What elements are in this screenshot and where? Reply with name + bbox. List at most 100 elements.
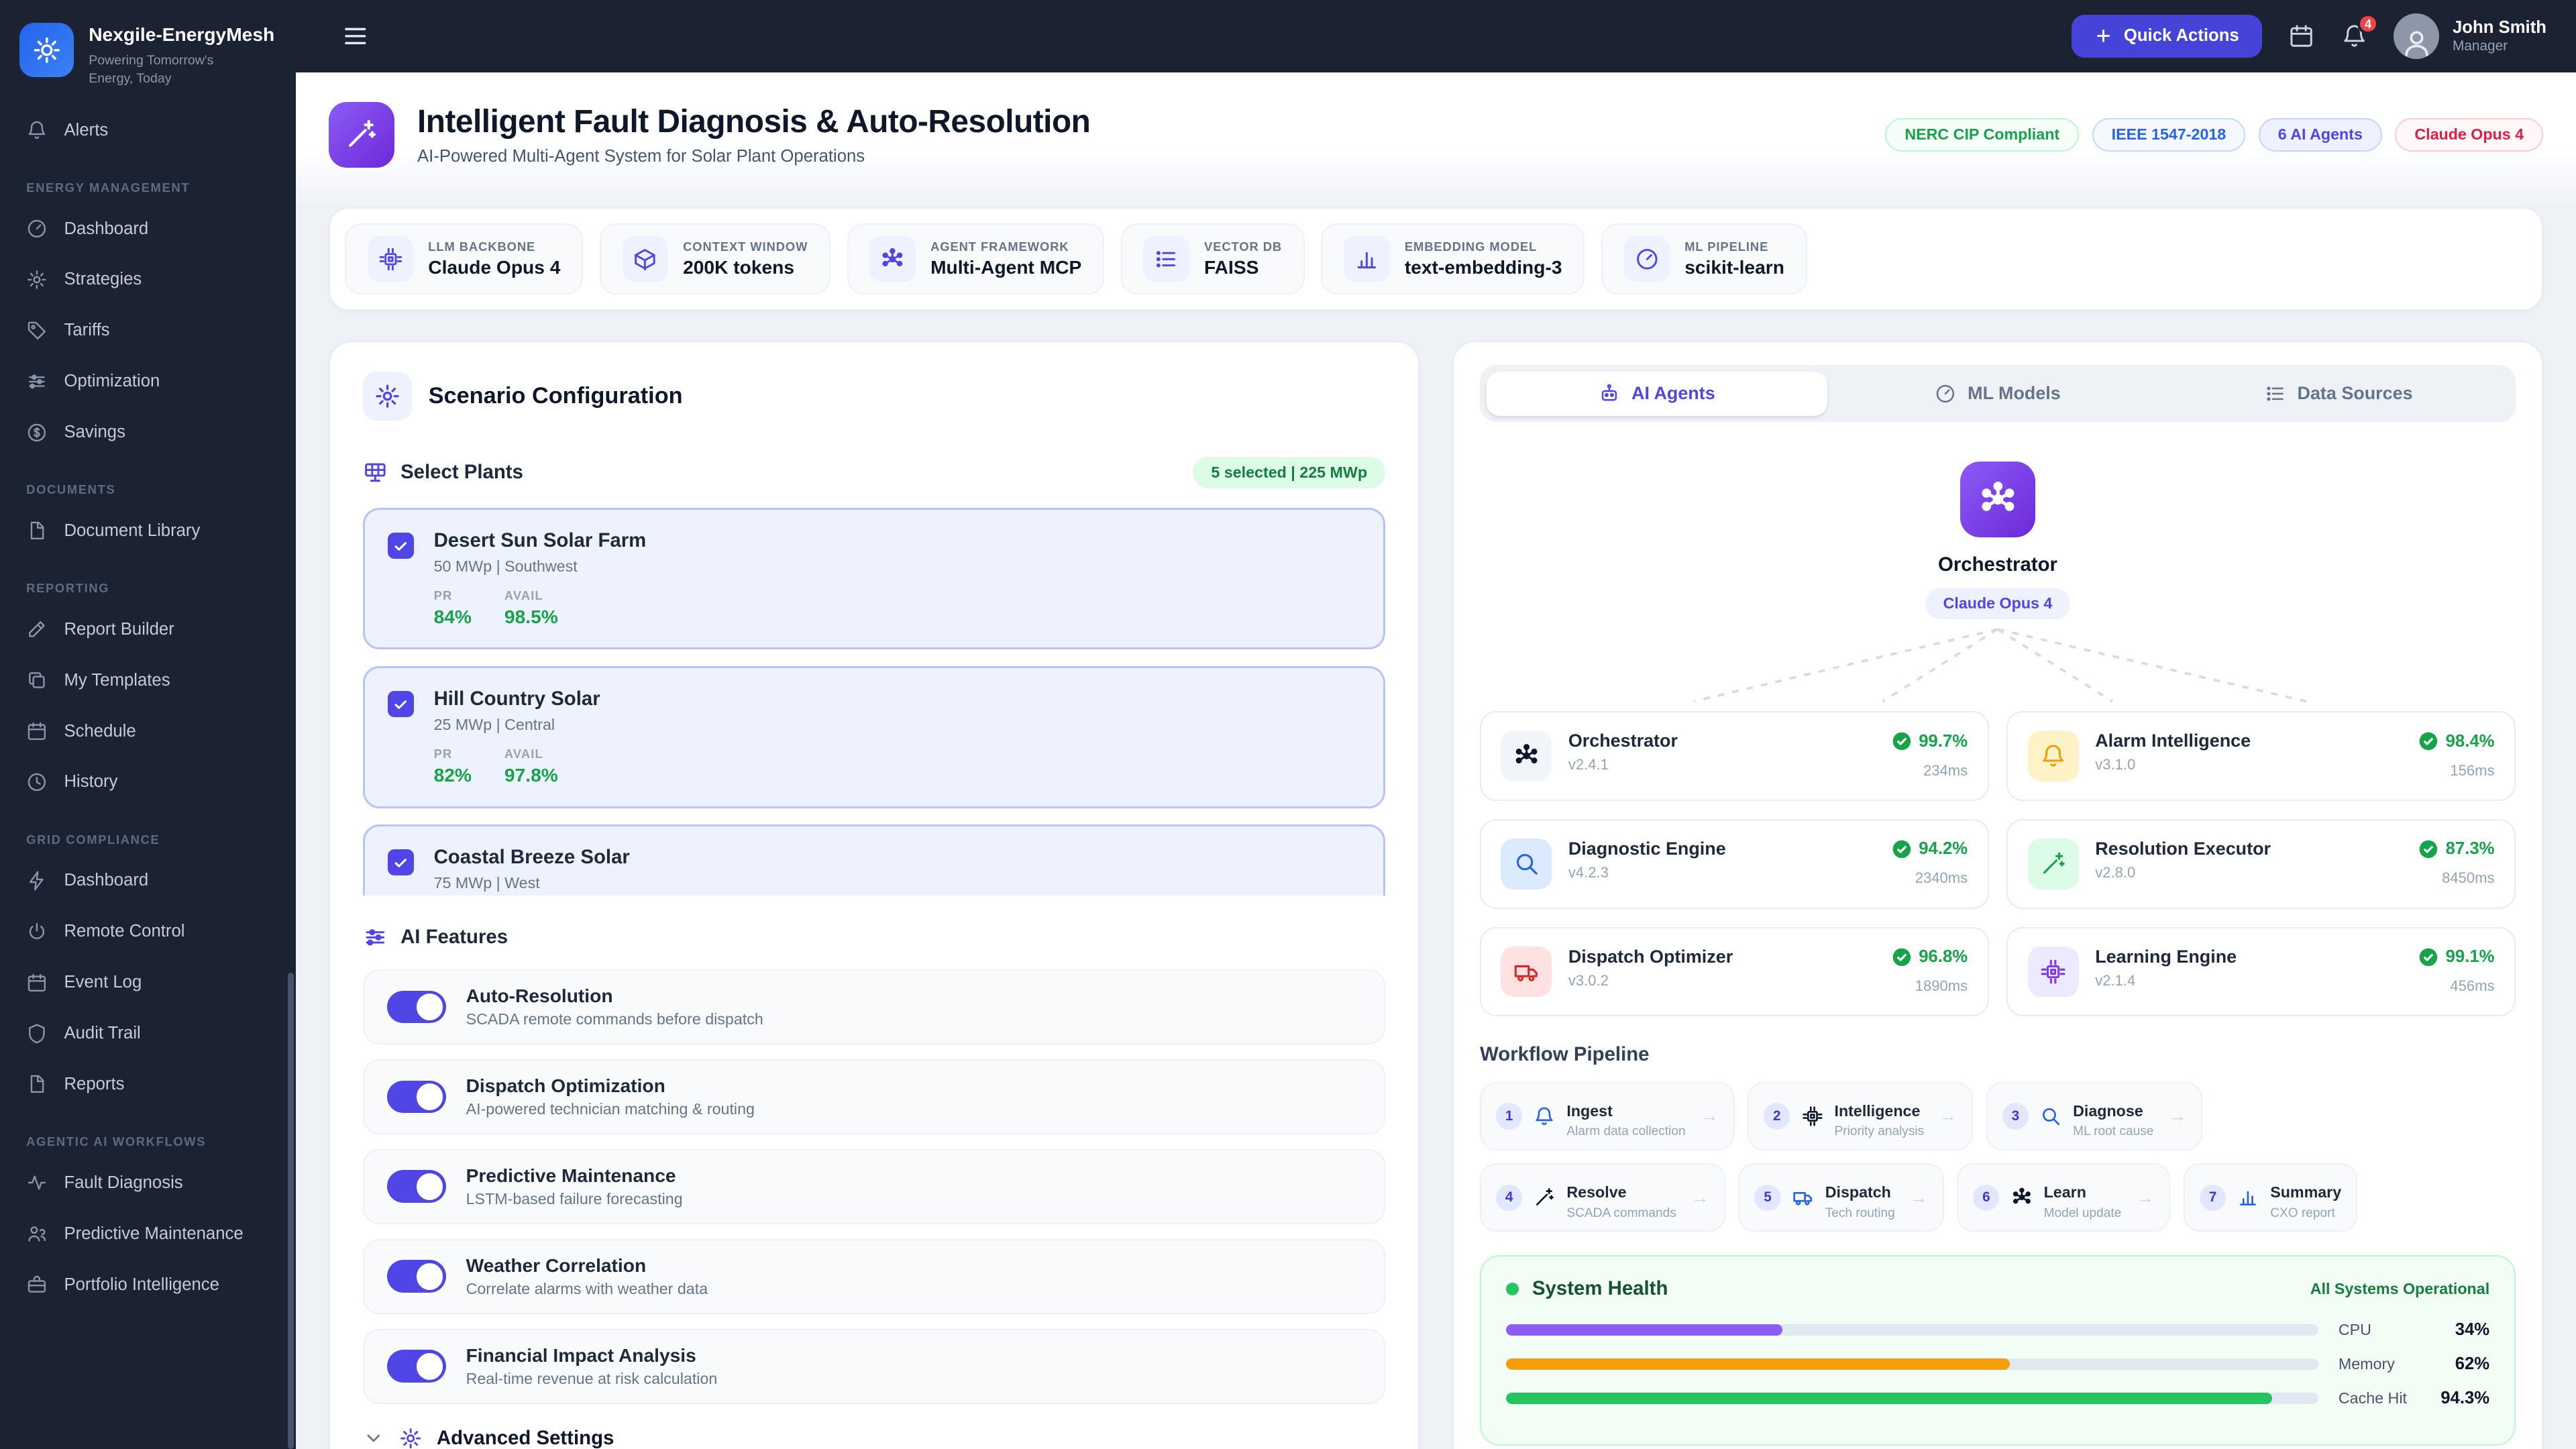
sidebar-item-report-builder[interactable]: Report Builder [0, 604, 296, 655]
stat-value: text-embedding-3 [1404, 257, 1562, 278]
agent-latency: 156ms [2450, 761, 2495, 779]
agent-card-dispatch-optimizer[interactable]: Dispatch Optimizer v3.0.2 96.8% 1890ms [1480, 926, 1989, 1017]
menu-icon[interactable] [341, 22, 370, 50]
progress-fill [1505, 1392, 2273, 1405]
agent-version: v2.4.1 [1568, 756, 1609, 773]
arrow-icon: → [1939, 1106, 1957, 1126]
agent-latency: 456ms [2450, 977, 2495, 995]
brand[interactable]: Nexgile-EnergyMesh Powering Tomorrow's En… [0, 0, 296, 105]
checkbox-checked[interactable] [388, 533, 415, 559]
step-number: 7 [2199, 1184, 2226, 1211]
workflow-step-dispatch[interactable]: 5 Dispatch Tech routing → [1738, 1163, 1944, 1232]
feature-auto-resolution: Auto-Resolution SCADA remote commands bef… [362, 969, 1385, 1044]
agent-uptime: 96.8% [1919, 947, 1968, 966]
toggle-on[interactable] [387, 1260, 447, 1293]
sidebar-item-audit-trail[interactable]: Audit Trail [0, 1008, 296, 1059]
feature-name: Weather Correlation [466, 1255, 647, 1277]
step-number: 4 [1496, 1184, 1523, 1211]
toggle-on[interactable] [387, 990, 447, 1024]
edit-icon [26, 619, 48, 640]
select-plants-title: Select Plants [400, 461, 523, 484]
plant-meta: 50 MWp | Southwest [433, 557, 578, 575]
plant-card-desert-sun[interactable]: Desert Sun Solar Farm 50 MWp | Southwest… [362, 507, 1385, 650]
quick-actions-label: Quick Actions [2123, 26, 2239, 46]
sidebar-item-label: Report Builder [64, 619, 174, 639]
stat-value: Claude Opus 4 [428, 257, 561, 278]
toggle-on[interactable] [387, 1080, 447, 1114]
brand-tagline-2: Energy, Today [89, 71, 172, 87]
metric-value: 94.3% [2440, 1388, 2490, 1407]
sidebar-scrollbar[interactable] [287, 972, 294, 1449]
gauge-icon [1935, 383, 1956, 405]
plant-list[interactable]: Desert Sun Solar Farm 50 MWp | Southwest… [362, 507, 1385, 896]
sidebar-item-alerts[interactable]: Alerts [0, 105, 296, 156]
feature-desc: LSTM-based failure forecasting [466, 1189, 683, 1208]
checkbox-checked[interactable] [388, 849, 415, 876]
sidebar-item-strategies[interactable]: Strategies [0, 254, 296, 305]
wand-icon [1534, 1187, 1555, 1208]
notifications-button[interactable]: 4 [2341, 13, 2379, 49]
users-icon [26, 1223, 48, 1244]
sidebar-item-label: Audit Trail [64, 1024, 141, 1042]
arrow-icon: → [1700, 1106, 1719, 1126]
stat-ml-pipeline: ML PIPELINE scikit-learn [1601, 223, 1807, 295]
tab-ai-agents[interactable]: AI Agents [1486, 371, 1827, 416]
plant-card-hill-country[interactable]: Hill Country Solar 25 MWp | Central PR 82… [362, 665, 1385, 808]
tab-ml-models[interactable]: ML Models [1827, 372, 2168, 416]
system-health-status: All Systems Operational [2310, 1279, 2490, 1297]
brand-logo-icon [19, 23, 74, 78]
stat-label: ML PIPELINE [1684, 239, 1769, 254]
checkbox-checked[interactable] [388, 691, 415, 718]
sidebar-item-savings[interactable]: Savings [0, 407, 296, 458]
sidebar-item-reports[interactable]: Reports [0, 1059, 296, 1110]
sidebar-item-document-library[interactable]: Document Library [0, 505, 296, 556]
agent-card-diagnostic-engine[interactable]: Diagnostic Engine v4.2.3 94.2% 2340ms [1480, 818, 1989, 909]
sidebar-item-remote-control[interactable]: Remote Control [0, 906, 296, 957]
calendar-button[interactable] [2288, 23, 2314, 49]
orchestrator-name: Orchestrator [1938, 553, 2057, 576]
metric-label: Memory [2338, 1354, 2395, 1373]
workflow-step-learn[interactable]: 6 Learn Model update → [1957, 1163, 2171, 1232]
toggle-on[interactable] [387, 1170, 447, 1203]
plant-card-coastal-breeze[interactable]: Coastal Breeze Solar 75 MWp | West [362, 824, 1385, 896]
tab-data-sources[interactable]: Data Sources [2168, 372, 2509, 416]
agent-card-resolution-executor[interactable]: Resolution Executor v2.8.0 87.3% 8450ms [2006, 818, 2516, 909]
calendar-icon [26, 972, 48, 994]
workflow-step-intelligence[interactable]: 2 Intelligence Priority analysis → [1748, 1082, 1974, 1150]
agent-card-orchestrator[interactable]: Orchestrator v2.4.1 99.7% 234ms [1480, 711, 1989, 801]
sidebar-item-portfolio-intelligence[interactable]: Portfolio Intelligence [0, 1259, 296, 1310]
sidebar-item-history[interactable]: History [0, 757, 296, 808]
agent-card-alarm-intelligence[interactable]: Alarm Intelligence v3.1.0 98.4% 156ms [2006, 711, 2516, 801]
quick-actions-button[interactable]: Quick Actions [2071, 15, 2263, 58]
feature-dispatch-optimization: Dispatch Optimization AI-powered technici… [362, 1059, 1385, 1134]
sidebar-item-fault-diagnosis[interactable]: Fault Diagnosis [0, 1157, 296, 1208]
sliders-icon [363, 925, 388, 950]
bell-icon [2027, 731, 2079, 782]
notification-badge: 4 [2357, 13, 2379, 35]
sidebar-item-predictive-maintenance[interactable]: Predictive Maintenance [0, 1208, 296, 1259]
sidebar-item-schedule[interactable]: Schedule [0, 706, 296, 757]
sidebar-item-optimization[interactable]: Optimization [0, 356, 296, 407]
step-desc: CXO report [2270, 1205, 2335, 1220]
workflow-step-summary[interactable]: 7 Summary CXO report [2183, 1163, 2358, 1232]
advanced-settings-toggle[interactable]: Advanced Settings [363, 1427, 1385, 1449]
sidebar-item-my-templates[interactable]: My Templates [0, 655, 296, 706]
toggle-on[interactable] [387, 1350, 447, 1383]
workflow-step-diagnose[interactable]: 3 Diagnose ML root cause → [1986, 1082, 2203, 1150]
plant-name: Desert Sun Solar Farm [433, 529, 647, 552]
workflow-step-ingest[interactable]: 1 Ingest Alarm data collection → [1480, 1082, 1735, 1150]
workflow-step-resolve[interactable]: 4 Resolve SCADA commands → [1480, 1163, 1725, 1232]
user-menu[interactable]: John Smith Manager [2393, 13, 2546, 60]
sidebar-item-dashboard[interactable]: Dashboard [0, 203, 296, 254]
chevron-down-icon [363, 1428, 384, 1449]
sidebar-item-tariffs[interactable]: Tariffs [0, 305, 296, 356]
top-bar: Quick Actions 4 John Smith Manager [295, 0, 2576, 72]
wand-icon [2027, 838, 2079, 890]
agent-card-learning-engine[interactable]: Learning Engine v2.1.4 99.1% 456ms [2006, 926, 2516, 1017]
sidebar-item-event-log[interactable]: Event Log [0, 957, 296, 1008]
agent-name: Alarm Intelligence [2095, 731, 2251, 751]
sidebar-item-grid-dashboard[interactable]: Dashboard [0, 855, 296, 906]
page-subtitle: AI-Powered Multi-Agent System for Solar … [417, 146, 865, 166]
agent-version: v3.1.0 [2095, 756, 2136, 773]
bell-icon [26, 119, 48, 141]
